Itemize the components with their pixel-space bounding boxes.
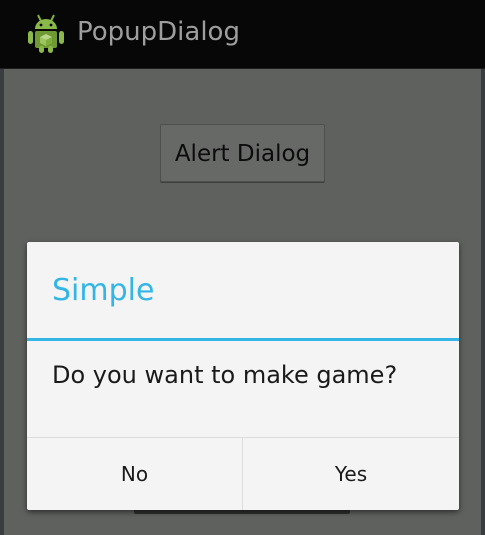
app-title: PopupDialog	[77, 17, 240, 47]
yes-button[interactable]: Yes	[243, 438, 459, 510]
app-screen: PopupDialog Alert Dialog Simple Do you w…	[0, 0, 485, 535]
alert-dialog: Simple Do you want to make game? No Yes	[27, 242, 459, 510]
no-button[interactable]: No	[27, 438, 242, 510]
action-bar: PopupDialog	[0, 0, 485, 69]
dialog-title-divider	[27, 338, 459, 341]
window-edge-right	[481, 69, 485, 535]
dialog-title: Simple	[52, 273, 155, 308]
android-robot-icon	[28, 14, 64, 53]
dialog-message: Do you want to make game?	[52, 361, 398, 389]
alert-dialog-button[interactable]: Alert Dialog	[160, 124, 325, 182]
